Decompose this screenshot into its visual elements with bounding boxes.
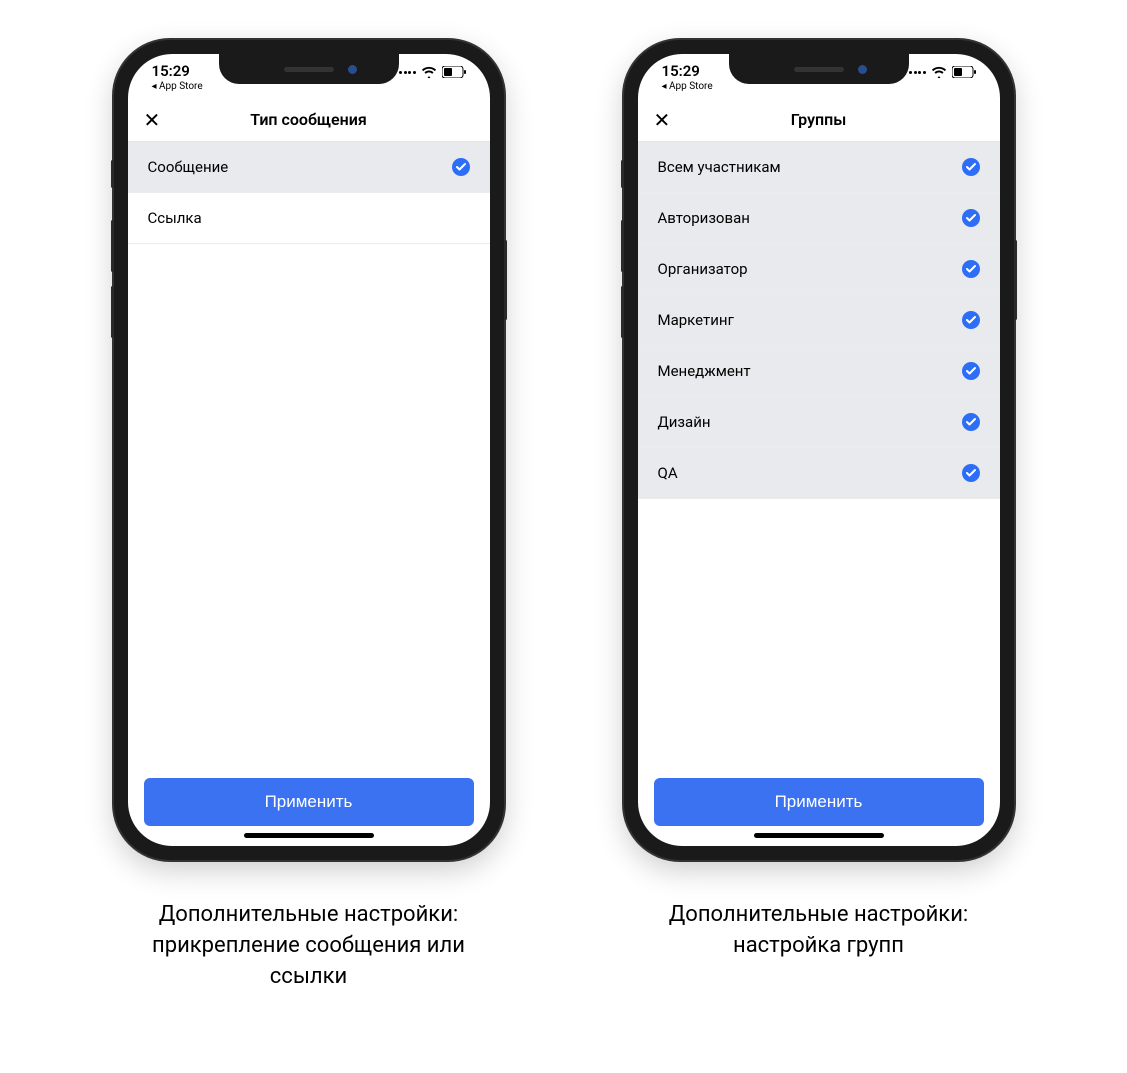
status-time: 15:29 [662,62,700,80]
options-list: Всем участникам Авторизован Организатор Мар… [638,142,1000,766]
checkmark-icon [962,260,980,278]
checkmark-icon [962,413,980,431]
cell-signal-icon [909,71,926,74]
checkmark-icon [962,362,980,380]
list-item[interactable]: Всем участникам [638,142,1000,193]
phone-left-column: 15:29 ◂ App Store ✕ Тип сообщения Сообще… [114,40,504,992]
phone-screen: 15:29 ◂ App Store ✕ Группы Всем участник… [638,54,1000,846]
list-item-label: Авторизован [658,209,750,227]
checkmark-icon [452,158,470,176]
phone-frame: 15:29 ◂ App Store ✕ Группы Всем участник… [624,40,1014,860]
phone-caption: Дополнительные настройки: настройка груп… [629,900,1009,962]
page-title: Тип сообщения [250,110,366,129]
home-indicator[interactable] [244,833,374,838]
close-icon[interactable]: ✕ [144,110,161,130]
close-icon[interactable]: ✕ [654,110,671,130]
phone-right-column: 15:29 ◂ App Store ✕ Группы Всем участник… [624,40,1014,992]
checkmark-icon [962,311,980,329]
status-time: 15:29 [152,62,190,80]
list-item-label: QA [658,464,678,482]
wifi-icon [931,66,947,78]
list-item[interactable]: Организатор [638,244,1000,295]
status-back-link[interactable]: ◂ App Store [152,81,203,92]
list-item[interactable]: Маркетинг [638,295,1000,346]
list-item[interactable]: Ссылка [128,193,490,244]
battery-icon [442,66,466,78]
apply-button[interactable]: Применить [144,778,474,826]
list-item[interactable]: Дизайн [638,397,1000,448]
checkmark-icon [962,209,980,227]
list-item-label: Всем участникам [658,158,781,176]
nav-bar: ✕ Тип сообщения [128,98,490,142]
list-item[interactable]: Авторизован [638,193,1000,244]
nav-bar: ✕ Группы [638,98,1000,142]
checkmark-icon [962,464,980,482]
page-title: Группы [791,110,847,129]
list-item[interactable]: QA [638,448,1000,499]
cell-signal-icon [399,71,416,74]
checkmark-icon [962,158,980,176]
list-item-label: Дизайн [658,413,711,431]
list-item-label: Менеджмент [658,362,751,380]
list-item-label: Организатор [658,260,748,278]
list-item-label: Сообщение [148,158,229,176]
phone-frame: 15:29 ◂ App Store ✕ Тип сообщения Сообще… [114,40,504,860]
phone-screen: 15:29 ◂ App Store ✕ Тип сообщения Сообще… [128,54,490,846]
list-item[interactable]: Сообщение [128,142,490,193]
battery-icon [952,66,976,78]
list-item-label: Ссылка [148,209,202,227]
phone-caption: Дополнительные настройки: прикрепление с… [119,900,499,992]
apply-button[interactable]: Применить [654,778,984,826]
status-back-link[interactable]: ◂ App Store [662,81,713,92]
list-item-label: Маркетинг [658,311,734,329]
options-list: Сообщение Ссылка [128,142,490,766]
wifi-icon [421,66,437,78]
home-indicator[interactable] [754,833,884,838]
list-item[interactable]: Менеджмент [638,346,1000,397]
